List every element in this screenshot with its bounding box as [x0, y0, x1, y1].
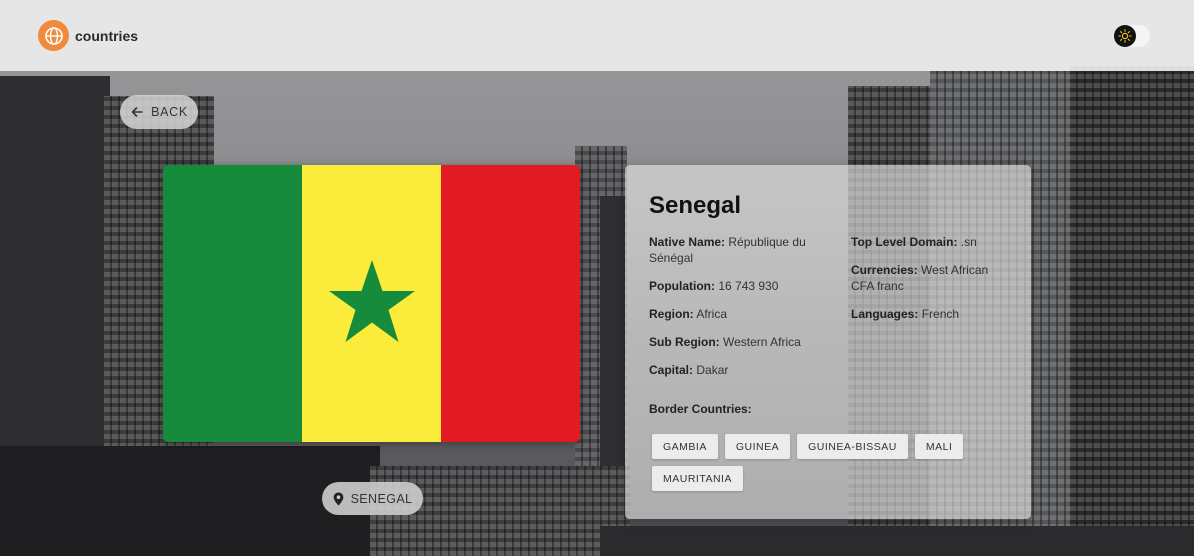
border-countries-list: GAMBIA GUINEA GUINEA-BISSAU MALI MAURITA… — [652, 434, 982, 491]
country-location-label: SENEGAL — [350, 491, 413, 506]
border-country-button[interactable]: MAURITANIA — [652, 466, 743, 491]
back-label: BACK — [151, 105, 188, 119]
region-field: Region: Africa — [649, 306, 727, 322]
top-level-domain-label: Top Level Domain: — [851, 235, 958, 249]
top-level-domain-value: .sn — [960, 235, 977, 249]
native-name-field: Native Name: République du Sénégal — [649, 234, 819, 266]
star-icon — [329, 260, 415, 342]
currencies-label: Currencies: — [851, 263, 918, 277]
brand-name: countries — [75, 27, 139, 44]
back-button[interactable]: BACK — [120, 95, 198, 129]
border-country-button[interactable]: GAMBIA — [652, 434, 718, 459]
globe-icon — [38, 20, 69, 51]
currencies-field: Currencies: West African CFA franc — [851, 262, 1001, 294]
top-level-domain-field: Top Level Domain: .sn — [851, 234, 977, 250]
sub-region-field: Sub Region: Western Africa — [649, 334, 801, 350]
sub-region-label: Sub Region: — [649, 335, 720, 349]
country-details-card: Senegal Native Name: République du Sénég… — [625, 165, 1031, 519]
languages-label: Languages: — [851, 307, 919, 321]
border-country-button[interactable]: GUINEA-BISSAU — [797, 434, 908, 459]
border-country-button[interactable]: GUINEA — [724, 434, 791, 459]
country-title: Senegal — [649, 192, 742, 219]
capital-field: Capital: Dakar — [649, 362, 728, 378]
population-field: Population: 16 743 930 — [649, 278, 778, 294]
flag-stripe-green — [163, 165, 302, 442]
country-flag — [163, 165, 580, 442]
sun-icon — [1114, 24, 1136, 47]
location-pin-icon — [333, 492, 343, 505]
region-label: Region: — [649, 307, 694, 321]
capital-value: Dakar — [696, 363, 729, 377]
population-value: 16 743 930 — [718, 279, 779, 293]
capital-label: Capital: — [649, 363, 694, 377]
border-country-button[interactable]: MALI — [914, 434, 964, 459]
border-countries-heading: Border Countries: — [649, 402, 752, 416]
native-name-label: Native Name: — [649, 235, 726, 249]
languages-field: Languages: French — [851, 306, 959, 322]
sub-region-value: Western Africa — [723, 335, 801, 349]
flag-stripe-red — [441, 165, 580, 442]
population-label: Population: — [649, 279, 715, 293]
brand[interactable]: countries — [38, 20, 138, 51]
arrow-left-icon — [131, 107, 143, 117]
theme-toggle[interactable] — [1114, 24, 1150, 47]
country-location-chip[interactable]: SENEGAL — [322, 482, 423, 515]
languages-value: French — [921, 307, 960, 321]
top-bar: countries — [0, 0, 1194, 71]
region-value: Africa — [696, 307, 728, 321]
